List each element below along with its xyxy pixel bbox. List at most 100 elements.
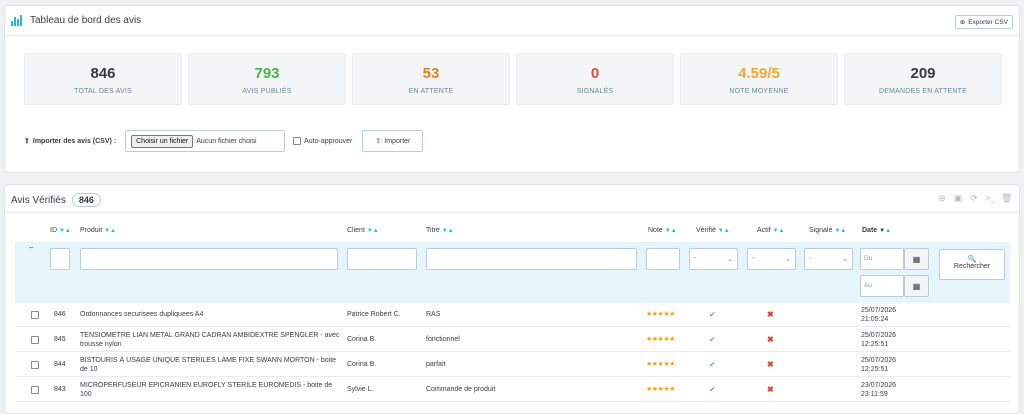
list-title: Avis Vérifiés [11,194,66,206]
stat-card: 846 TOTAL DES AVIS [24,53,182,105]
download-icon: ⊕ [959,19,966,26]
search-icon: 🔍 [967,256,977,263]
table-row[interactable]: 843 MICROPERFUSEUR EPICRANIEN EUROFLY ST… [15,377,1010,402]
count-badge: 846 [71,193,101,207]
stat-value: 53 [422,65,440,82]
export-csv-button[interactable]: ⊕ Exporter CSV [954,15,1013,29]
stat-label: EN ATTENTE [408,88,454,95]
row-checkbox[interactable] [31,310,39,319]
stat-card: 53 EN ATTENTE [352,53,510,105]
col-product[interactable]: Produit ▼▲ [80,227,116,234]
stat-label: TOTAL DES AVIS [74,88,132,95]
file-status: Aucun fichier choisi [196,137,257,145]
date-from-input[interactable]: Du [860,248,904,270]
verified-check-icon[interactable]: ✔ [709,302,716,327]
stat-value: 846 [90,65,116,82]
cell-date: 25/07/2026 21:05:24 [861,306,897,323]
import-button[interactable]: ⇪ Importer [362,130,424,152]
cell-product: Ordonnances securisees dupliquees A4 [80,311,204,318]
filter-reported-select[interactable]: - ⌄ [804,248,853,270]
inactive-cross-icon[interactable]: ✖ [767,302,774,327]
filter-verified-select[interactable]: - ⌄ [689,248,738,270]
choose-file-button[interactable]: Choisir un fichier [131,134,194,148]
export-icon[interactable]: ▣ [953,193,963,203]
collapse-toggle[interactable]: – [29,243,33,252]
dashboard-title: Tableau de bord des avis [30,15,142,26]
col-title[interactable]: Titre ▼▲ [426,227,454,234]
col-active[interactable]: Actif ▼▲ [757,227,784,234]
stat-value: 209 [910,65,936,82]
verified-check-icon[interactable]: ✔ [709,352,716,377]
cell-title: Commande de produit [426,386,496,393]
date-to-input[interactable]: Au [860,275,904,297]
cell-client: Sylvie L. [347,386,374,393]
inactive-cross-icon[interactable]: ✖ [767,377,774,402]
verified-check-icon[interactable]: ✔ [709,327,716,352]
stat-card: 209 DEMANDES EN ATTENTE [844,53,1002,105]
inactive-cross-icon[interactable]: ✖ [767,352,774,377]
cell-date: 25/07/2026 12:25:51 [861,331,897,348]
cell-client: Corina B. [347,336,377,343]
row-checkbox[interactable] [31,385,39,394]
filter-client-input[interactable] [347,248,417,270]
search-button[interactable]: 🔍 Rechercher [939,249,1005,280]
upload-icon: ⇪ [24,138,30,145]
filter-title-input[interactable] [426,248,637,270]
sql-icon[interactable]: >_ [985,193,995,203]
filter-row: – - ⌄ - ⌄ - ⌄ Du ▦ Au ▦ [15,242,1010,303]
stat-value: 4.59/5 [738,65,780,82]
col-rating[interactable]: Note ▼▲ [648,227,677,234]
stat-card: 4.59/5 NOTE MOYENNE [680,53,838,105]
cell-product: TENSIOMETRE LIAN METAL GRAND CADRAN AMBI… [80,331,340,348]
cell-id: 846 [54,311,66,318]
inactive-cross-icon[interactable]: ✖ [767,327,774,352]
table-row[interactable]: 845 TENSIOMETRE LIAN METAL GRAND CADRAN … [15,327,1010,352]
rating-stars: ★★★★★ [646,386,675,393]
auto-approve-checkbox[interactable]: Auto-approuver [293,137,352,145]
col-verified[interactable]: Vérifié ▼▲ [696,227,730,234]
table-row[interactable]: 846 Ordonnances securisees dupliquees A4… [15,302,1010,327]
stat-value: 0 [590,65,600,82]
cell-date: 25/07/2026 12:25:51 [861,356,897,373]
checkbox-box[interactable] [293,137,302,145]
row-checkbox[interactable] [31,360,39,369]
col-client[interactable]: Client ▼▲ [347,227,379,234]
dashboard-header: Tableau de bord des avis [11,15,141,26]
col-date[interactable]: Date ▼▲ [862,227,891,234]
cell-title: fonctionnel [426,336,460,343]
cell-product: BISTOURIS À USAGE UNIQUE STERILES LAME F… [80,356,337,373]
file-input[interactable]: Choisir un fichier Aucun fichier choisi [125,130,286,152]
table-row[interactable]: 844 BISTOURIS À USAGE UNIQUE STERILES LA… [15,352,1010,377]
trash-icon[interactable]: 🗑 [1001,193,1012,203]
calendar-icon[interactable]: ▦ [904,248,929,270]
cell-client: Patrice Robert C. [347,311,401,318]
verified-check-icon[interactable]: ✔ [709,377,716,402]
upload-icon: ⇪ [375,138,382,145]
filter-active-select[interactable]: - ⌄ [747,248,796,270]
stat-label: SIGNALÉS [576,88,614,95]
chevron-down-icon: ⌄ [727,256,733,263]
filter-rating-input[interactable] [646,248,680,270]
import-label: ⇪ Importer des avis (CSV) : [24,137,117,146]
dashboard-panel: Tableau de bord des avis ⊕ Exporter CSV 8… [4,5,1020,173]
filter-id-input[interactable] [50,248,70,270]
chevron-down-icon: ⌄ [842,256,848,263]
cell-date: 23/07/2026 23:11:59 [861,381,897,398]
toolbar: ⊕ ▣ ⟳ >_ 🗑 [937,193,1012,203]
stat-card: 793 AVIS PUBLIÉS [188,53,346,105]
bar-chart-icon [11,15,24,26]
calendar-icon[interactable]: ▦ [904,275,929,297]
cell-product: MICROPERFUSEUR EPICRANIEN EUROFLY STERIL… [80,381,333,398]
add-icon[interactable]: ⊕ [937,193,947,203]
cell-title: RAS [426,311,441,318]
filter-product-input[interactable] [80,248,338,270]
chevron-down-icon: ⌄ [785,256,791,263]
col-reported[interactable]: Signalé ▼▲ [809,227,846,234]
stat-label: DEMANDES EN ATTENTE [878,88,968,95]
cell-title: parfait [426,361,446,368]
refresh-icon[interactable]: ⟳ [969,193,979,203]
col-id[interactable]: ID ▼▲ [50,227,71,234]
list-header: Avis Vérifiés 846 [11,193,101,207]
row-checkbox[interactable] [31,335,39,344]
cell-client: Corina B. [347,361,377,368]
